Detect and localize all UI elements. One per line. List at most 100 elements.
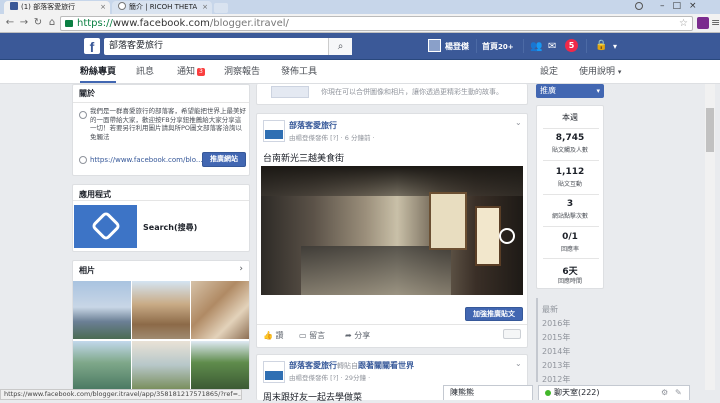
facebook-logo[interactable]: f <box>84 38 100 55</box>
week-label: 本週 <box>562 113 578 122</box>
weekly-stats-card: 本週 8,745 貼文觸及人數 1,112 貼文互動 3 網站點擊次數 0/1 … <box>536 105 604 289</box>
photo-thumbnail[interactable] <box>132 281 190 339</box>
privacy-lock-icon[interactable]: 🔒 <box>595 40 607 52</box>
thumbnail-placeholder <box>271 86 309 98</box>
divider <box>476 39 477 53</box>
home-link[interactable]: 首頁 <box>482 41 498 53</box>
tab-insights[interactable]: 洞察報告 <box>224 66 260 78</box>
notifications-icon[interactable]: 5 <box>565 39 578 52</box>
window-controls[interactable]: –□× <box>660 0 720 14</box>
post-author-link[interactable]: 部落客愛旅行 <box>289 120 337 131</box>
share-label: 分享 <box>354 331 371 340</box>
timeline-year[interactable]: 2013年 <box>542 360 570 371</box>
timeline-year[interactable]: 2012年 <box>542 374 570 385</box>
messages-icon[interactable]: ✉ <box>548 41 556 53</box>
timeline-year[interactable]: 2016年 <box>542 318 570 329</box>
photo-thumbnail[interactable] <box>73 341 131 389</box>
post-header-line: 部落客愛旅行轉貼自跟著關關看世界 <box>289 360 414 371</box>
home-count: 20+ <box>498 43 514 51</box>
chevron-right-icon[interactable]: › <box>239 264 243 274</box>
photo-thumbnail[interactable] <box>191 341 249 389</box>
page-avatar[interactable] <box>263 120 285 142</box>
share-action-text: 轉貼自 <box>337 362 358 370</box>
stat-response-rate-value[interactable]: 0/1 <box>537 232 603 242</box>
tab-notifications[interactable]: 通知 3 <box>177 66 205 78</box>
stat-reach-value[interactable]: 8,745 <box>537 133 603 143</box>
user-name-link[interactable]: 楊登傑 <box>445 41 469 53</box>
globe-icon <box>79 156 87 164</box>
menu-icon[interactable]: ≡ <box>711 16 720 29</box>
close-tab-icon[interactable]: × <box>100 1 106 14</box>
online-status-icon <box>545 390 551 396</box>
360-view-icon[interactable] <box>499 228 515 244</box>
onenote-extension-icon[interactable] <box>697 17 709 29</box>
chat-settings-icon[interactable]: ⚙ <box>661 386 668 400</box>
info-icon <box>79 111 87 119</box>
timeline-year[interactable]: 2015年 <box>542 332 570 343</box>
tab-page[interactable]: 粉絲專頁 <box>80 66 117 83</box>
chat-label: 聊天室 <box>554 388 578 397</box>
avatar[interactable] <box>428 39 441 52</box>
share-button[interactable]: ➦ 分享 <box>345 330 370 341</box>
comment-label: 留言 <box>309 331 326 340</box>
friend-requests-icon[interactable]: 👥 <box>530 41 542 53</box>
photo-thumbnail[interactable] <box>73 281 131 339</box>
divider <box>73 102 249 103</box>
website-link[interactable]: https://www.facebook.com/blo... <box>90 155 203 165</box>
post-author-link[interactable]: 部落客愛旅行 <box>289 361 337 370</box>
photo-thumbnail[interactable] <box>191 281 249 339</box>
comment-button[interactable]: ▭ 留言 <box>299 330 325 341</box>
shop-sign <box>475 206 501 266</box>
stat-website-clicks-value[interactable]: 3 <box>537 199 603 209</box>
post-photo-360[interactable] <box>261 166 523 295</box>
like-label: 讚 <box>275 331 284 340</box>
settings-link[interactable]: 設定 <box>540 66 558 78</box>
promote-dropdown[interactable]: 推廣 ▾ <box>536 84 604 98</box>
page-scrollbar[interactable] <box>705 84 715 390</box>
avatar-logo <box>265 371 283 380</box>
chevron-down-icon[interactable]: ⌄ <box>515 359 522 368</box>
reload-icon[interactable]: ↻ <box>32 17 44 29</box>
chevron-down-icon: ▾ <box>596 87 600 95</box>
tab-messages[interactable]: 訊息 <box>136 66 154 78</box>
browser-tab-ricoh[interactable]: 簡介 | RICOH THETA × <box>112 1 212 14</box>
home-icon[interactable]: ⌂ <box>46 17 58 29</box>
browser-tab-facebook[interactable]: (1) 部落客愛旅行 × <box>4 1 110 14</box>
tab-publishing-tools[interactable]: 發佈工具 <box>281 66 317 78</box>
post-as-selector[interactable] <box>503 329 521 339</box>
scrollbar-thumb[interactable] <box>706 108 714 152</box>
account-menu-icon[interactable]: ▾ <box>613 41 617 53</box>
chevron-down-icon[interactable]: ⌄ <box>515 118 522 127</box>
divider <box>543 258 599 259</box>
timeline-latest[interactable]: 最新 <box>542 304 558 315</box>
new-tab-button[interactable] <box>214 3 228 13</box>
back-icon[interactable]: ← <box>4 17 16 29</box>
photo-thumbnail[interactable] <box>132 341 190 389</box>
shared-from-link[interactable]: 跟著關關看世界 <box>358 361 414 370</box>
search-icon[interactable]: ⌕ <box>328 38 352 55</box>
app-name-link[interactable]: Search(搜尋) <box>143 222 197 233</box>
forward-icon[interactable]: → <box>18 17 30 29</box>
divider <box>523 39 524 53</box>
profile-icon[interactable] <box>635 2 643 10</box>
boost-post-button[interactable]: 加強推廣貼文 <box>465 307 523 321</box>
help-menu[interactable]: 使用說明 ▾ <box>579 66 621 78</box>
chat-tab[interactable]: 陳熊熊 <box>443 385 533 400</box>
notification-count: 5 <box>568 41 575 50</box>
about-card: 關於 我們是一群喜愛旅行的部落客，希望能把世界上最美好的一面帶給大家，歡迎按FB… <box>72 84 250 176</box>
chevron-down-icon: ▾ <box>617 68 622 76</box>
url-input[interactable]: https://www.facebook.com/blogger.itravel… <box>60 16 693 31</box>
bookmark-star-icon[interactable]: ☆ <box>679 17 688 30</box>
close-tab-icon[interactable]: × <box>202 1 208 14</box>
timeline-year[interactable]: 2014年 <box>542 346 570 357</box>
promote-website-button[interactable]: 推廣網站 <box>202 152 246 167</box>
chat-compose-icon[interactable]: ✎ <box>675 386 682 400</box>
search-app-icon[interactable] <box>74 205 137 248</box>
apps-heading: 應用程式 <box>79 190 111 199</box>
like-button[interactable]: 👍 讚 <box>263 330 284 341</box>
search-input[interactable]: 部落客愛旅行 ⌕ <box>104 38 352 55</box>
page-avatar[interactable] <box>263 361 285 383</box>
stat-engagement-value[interactable]: 1,112 <box>537 167 603 177</box>
thumbs-up-icon: 👍 <box>263 331 276 340</box>
chat-sidebar-toggle[interactable]: 聊天室(222) ⚙ ✎ <box>538 385 690 400</box>
